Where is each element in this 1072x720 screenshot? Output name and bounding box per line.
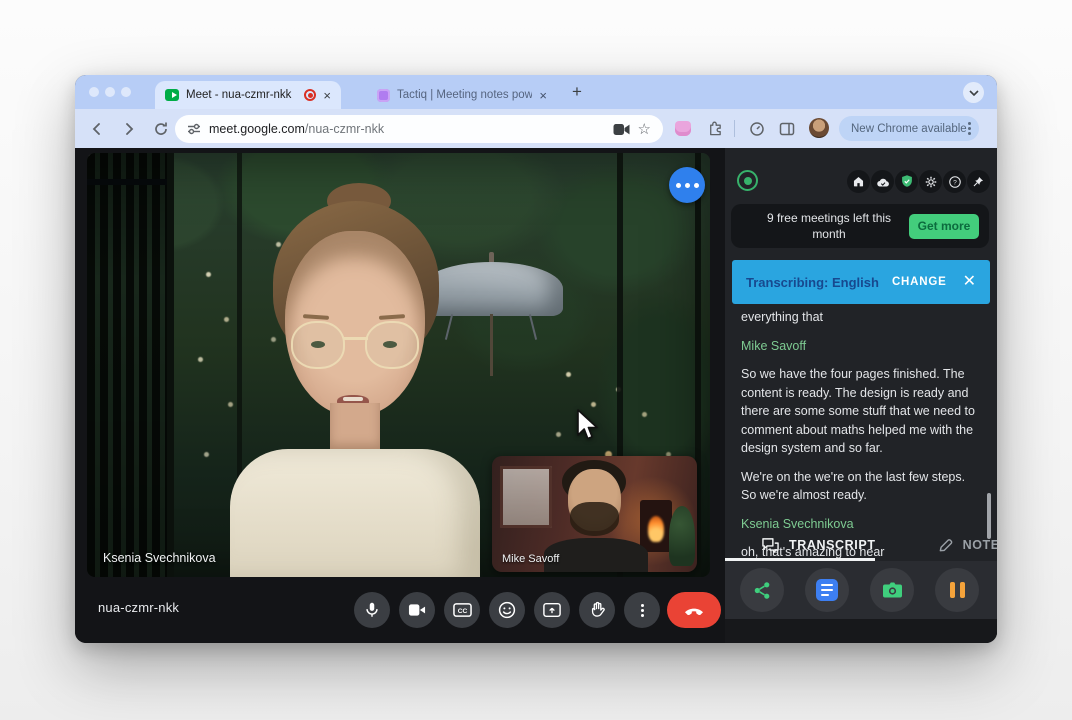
browser-toolbar: meet.google.com/nua-czmr-nkk ☆ New Chrom… (75, 109, 997, 148)
neck (330, 403, 380, 455)
sidebar-footer (725, 619, 997, 643)
url-host: meet.google.com (209, 122, 305, 136)
transcript-text: We're on the we're on the last few steps… (741, 468, 977, 505)
microphone-button[interactable] (354, 592, 390, 628)
get-more-button[interactable]: Get more (909, 214, 979, 239)
tab-transcript-label: TRANSCRIPT (789, 538, 876, 552)
tab-strip: Meet - nua-czmr-nkk × Tactiq | Meeting n… (75, 75, 997, 109)
transcribing-bar: Transcribing: English CHANGE ✕ (732, 260, 990, 304)
tactiq-sidebar: ? 9 free meetings left this month Get mo… (725, 148, 997, 643)
settings-gear-icon[interactable] (919, 170, 942, 193)
tactiq-chat-bubble-icon[interactable] (669, 167, 705, 203)
tab-tactiq-title: Tactiq | Meeting notes powe (397, 89, 532, 101)
end-call-button[interactable] (667, 592, 721, 628)
bookmark-star-icon[interactable]: ☆ (638, 122, 651, 137)
tab-close-icon[interactable]: × (539, 89, 547, 102)
share-button[interactable] (740, 568, 784, 612)
main-video-tile: Ksenia Svechnikova Mike Savoff (87, 153, 710, 577)
pencil-icon (938, 537, 954, 553)
tactiq-extension-icon[interactable] (675, 121, 691, 136)
browser-menu-icon[interactable] (968, 127, 971, 130)
toolbar-divider (734, 120, 735, 137)
close-transcribing-icon[interactable]: ✕ (963, 274, 976, 290)
pin-icon[interactable] (967, 170, 990, 193)
pause-icon (950, 582, 965, 598)
chat-bubbles-icon (761, 537, 780, 554)
tactiq-favicon (377, 89, 390, 102)
present-screen-button[interactable] (534, 592, 570, 628)
pip-video-tile[interactable]: Mike Savoff (492, 456, 697, 572)
tactiq-recording-icon (737, 170, 758, 191)
captions-button[interactable]: CC (444, 592, 480, 628)
url-text: meet.google.com/nua-czmr-nkk (209, 122, 605, 136)
tab-meet[interactable]: Meet - nua-czmr-nkk × (155, 81, 341, 109)
forward-icon[interactable] (119, 119, 138, 138)
shirt (230, 449, 480, 577)
doc-icon (816, 579, 838, 601)
meeting-code: nua-czmr-nkk (98, 600, 179, 615)
back-icon[interactable] (87, 119, 106, 138)
pause-button[interactable] (935, 568, 979, 612)
transcript-text: everything that (741, 308, 977, 327)
url-path: /nua-czmr-nkk (305, 122, 384, 136)
plant (669, 506, 695, 566)
pip-window (500, 466, 552, 528)
cloud-icon[interactable] (871, 170, 894, 193)
window-close-button[interactable] (89, 87, 99, 97)
reactions-button[interactable] (489, 592, 525, 628)
camera-icon (882, 581, 903, 599)
transcript-text: So we have the four pages finished. The … (741, 365, 977, 458)
address-bar[interactable]: meet.google.com/nua-czmr-nkk ☆ (175, 115, 663, 143)
transcribing-label: Transcribing: English (746, 275, 879, 290)
shield-check-icon[interactable] (895, 170, 918, 193)
tab-search-chevron-icon[interactable] (963, 82, 984, 103)
site-settings-icon[interactable] (187, 122, 201, 136)
chrome-update-label: New Chrome available (851, 123, 967, 135)
tab-notes[interactable]: NOTES (938, 537, 997, 553)
extensions-puzzle-icon[interactable] (705, 119, 724, 138)
pip-participant-name: Mike Savoff (502, 553, 559, 565)
meet-page: Ksenia Svechnikova Mike Savoff nua-czmr-… (75, 148, 997, 643)
tab-close-icon[interactable]: × (323, 89, 331, 102)
window-zoom-button[interactable] (121, 87, 131, 97)
sidebar-tabs: TRANSCRIPT NOTES (725, 532, 997, 558)
chrome-update-button[interactable]: New Chrome available (839, 116, 979, 141)
svg-text:?: ? (953, 179, 957, 186)
tab-tactiq[interactable]: Tactiq | Meeting notes powe × (367, 81, 557, 109)
share-icon (753, 581, 772, 600)
raise-hand-button[interactable] (579, 592, 615, 628)
profile-avatar[interactable] (809, 118, 829, 138)
browser-window: Meet - nua-czmr-nkk × Tactiq | Meeting n… (75, 75, 997, 643)
free-meetings-banner: 9 free meetings left this month Get more (731, 204, 989, 248)
camera-button[interactable] (399, 592, 435, 628)
side-panel-icon[interactable] (777, 119, 796, 138)
tab-meet-title: Meet - nua-czmr-nkk (186, 89, 297, 101)
mouse-cursor (576, 408, 599, 447)
transcript-speaker: Ksenia Svechnikova (741, 515, 977, 534)
tab-notes-label: NOTES (963, 538, 997, 552)
tactiq-action-bar (725, 561, 997, 619)
help-icon[interactable]: ? (943, 170, 966, 193)
meet-favicon (165, 89, 179, 101)
home-icon[interactable] (847, 170, 870, 193)
free-meetings-text: 9 free meetings left this month (753, 210, 905, 242)
performance-icon[interactable] (747, 119, 766, 138)
window-minimize-button[interactable] (105, 87, 115, 97)
svg-text:CC: CC (457, 608, 467, 615)
camera-in-use-icon[interactable] (613, 123, 630, 136)
screenshot-button[interactable] (870, 568, 914, 612)
tab-recording-indicator (304, 89, 316, 101)
change-language-button[interactable]: CHANGE (892, 276, 947, 288)
more-options-button[interactable] (624, 592, 660, 628)
document-button[interactable] (805, 568, 849, 612)
transcript-speaker: Mike Savoff (741, 337, 977, 356)
main-participant-name: Ksenia Svechnikova (103, 551, 216, 565)
new-tab-button[interactable]: + (572, 82, 582, 102)
fireplace (640, 500, 672, 552)
tab-transcript[interactable]: TRANSCRIPT (761, 537, 876, 554)
reload-icon[interactable] (151, 119, 170, 138)
